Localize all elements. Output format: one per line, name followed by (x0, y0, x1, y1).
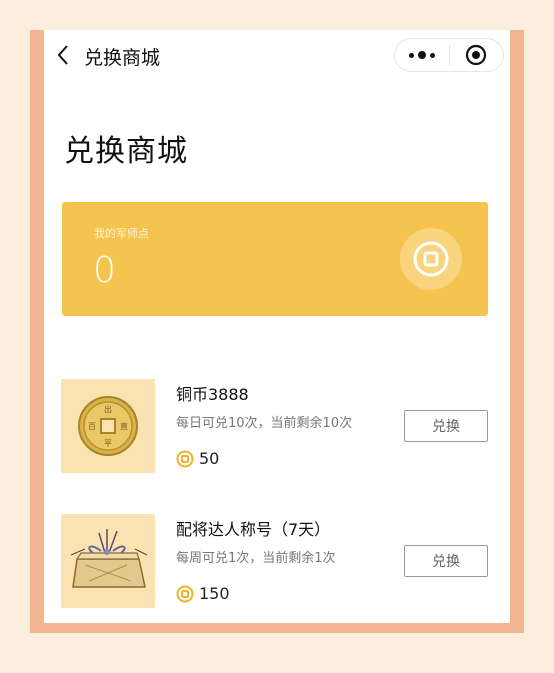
navigation-bar: 兑换商城 (44, 30, 510, 82)
more-menu-button[interactable] (395, 39, 449, 71)
capsule-menu (394, 38, 504, 72)
redeem-button[interactable]: 兑换 (404, 410, 488, 442)
price-value: 50 (199, 449, 220, 468)
item-limit: 每周可兑1次，当前剩余1次 (176, 551, 336, 566)
svg-text:出: 出 (104, 404, 112, 414)
back-button[interactable] (50, 42, 76, 68)
points-value: 0 (93, 250, 116, 291)
chevron-left-icon (57, 45, 68, 65)
item-name: 铜币3888 (176, 385, 249, 404)
item-price: 150 (176, 584, 230, 603)
close-mini-program-button[interactable] (450, 39, 504, 71)
points-label: 我的军师点 (94, 227, 149, 240)
list-item: 出 平 百 直 铜币3888 每日可兑10次，当前剩余10次 50 兑换 (61, 379, 491, 475)
target-circle-icon (466, 44, 487, 66)
price-value: 150 (199, 584, 230, 603)
frame-decoration-left (30, 30, 44, 633)
item-price: 50 (176, 449, 219, 468)
mini-program-screen: 兑换商城 兑换商城 我的军师点 0 出 平 百 直 铜币3888 每日可兑10次… (44, 30, 510, 623)
copper-coin-image: 出 平 百 直 (61, 379, 155, 473)
coin-icon (176, 450, 194, 467)
item-name: 配将达人称号（7天） (176, 520, 331, 539)
page-title: 兑换商城 (64, 134, 188, 169)
coin-icon (176, 585, 194, 602)
more-dots-icon (408, 51, 435, 59)
svg-text:百: 百 (88, 422, 96, 431)
svg-text:平: 平 (104, 439, 112, 448)
redeem-button[interactable]: 兑换 (404, 545, 488, 577)
item-limit: 每日可兑10次，当前剩余10次 (176, 416, 353, 431)
coin-icon (400, 228, 462, 290)
points-card: 我的军师点 0 (62, 202, 488, 316)
svg-text:直: 直 (120, 421, 128, 431)
gift-box-image (61, 514, 155, 608)
list-item: 配将达人称号（7天） 每周可兑1次，当前剩余1次 150 兑换 (61, 514, 491, 610)
nav-title: 兑换商城 (84, 47, 161, 69)
